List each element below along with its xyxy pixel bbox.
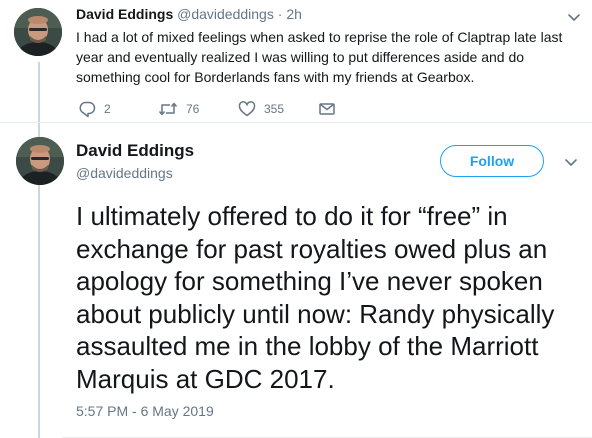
retweet-button[interactable]: 76 — [158, 98, 199, 120]
relative-timestamp[interactable]: 2h — [286, 6, 302, 22]
avatar[interactable] — [16, 137, 64, 185]
reply-count: 2 — [104, 102, 111, 116]
reply-tweet-text: I had a lot of mixed feelings when asked… — [76, 29, 563, 85]
header-separator: · — [277, 6, 283, 22]
tweet-timestamp[interactable]: 5:57 PM - 6 May 2019 — [76, 403, 214, 419]
like-icon — [238, 100, 256, 118]
display-name[interactable]: David Eddings — [76, 6, 173, 22]
display-name[interactable]: David Eddings — [76, 141, 194, 161]
follow-button[interactable]: Follow — [440, 145, 544, 177]
tweet-action-bar: 2 76 355 — [76, 98, 376, 120]
retweet-count: 76 — [186, 102, 200, 116]
reply-button[interactable]: 2 — [78, 98, 111, 120]
chevron-down-icon[interactable] — [563, 154, 579, 170]
like-button[interactable]: 355 — [238, 98, 284, 120]
avatar[interactable] — [14, 8, 62, 56]
reply-icon — [78, 100, 96, 118]
avatar-image — [16, 137, 64, 185]
chevron-down-icon[interactable] — [566, 9, 582, 25]
tweet-divider — [0, 122, 592, 123]
direct-message-button[interactable] — [318, 98, 336, 120]
reply-tweet-header: David Eddings @davideddings · 2h — [76, 6, 302, 22]
user-handle[interactable]: @davideddings — [76, 165, 173, 181]
tweet-thread: David Eddings @davideddings · 2h I had a… — [0, 0, 592, 438]
direct-message-icon — [318, 100, 336, 118]
user-handle[interactable]: @davideddings — [177, 6, 274, 22]
tweet-text: I ultimately offered to do it for “free”… — [76, 201, 555, 394]
like-count: 355 — [264, 102, 285, 116]
retweet-icon — [158, 100, 178, 118]
avatar-image — [14, 8, 62, 56]
thread-connector-line — [38, 62, 40, 438]
